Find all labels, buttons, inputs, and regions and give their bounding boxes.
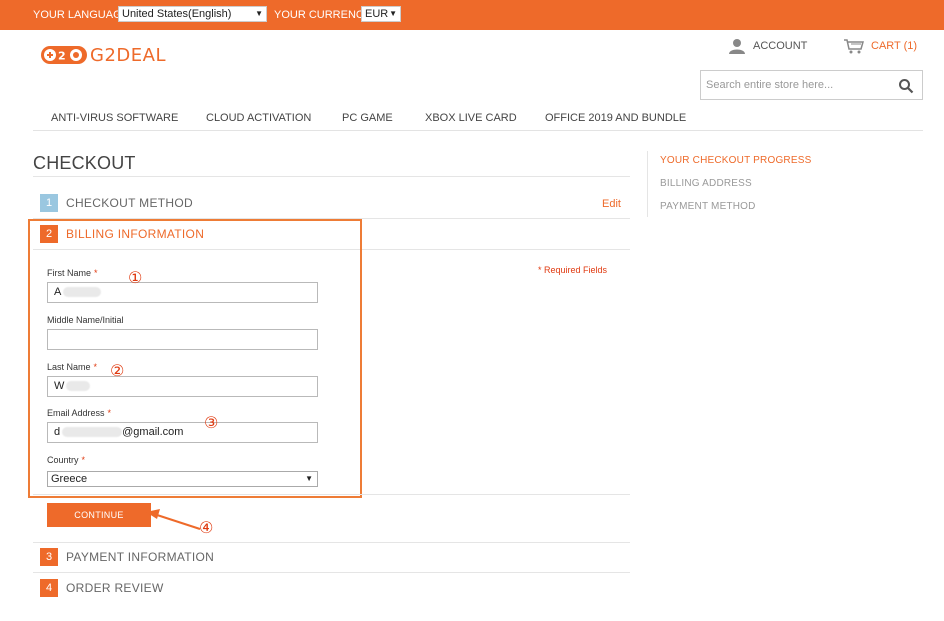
cart-label: CART (1) (871, 40, 918, 52)
progress-item-billing-address: BILLING ADDRESS (660, 178, 752, 189)
email-label-text: Email Address (47, 408, 105, 418)
currency-value: EUR (365, 8, 389, 20)
required-asterisk: * (81, 455, 86, 465)
step-number: 4 (40, 579, 58, 597)
main-nav: ANTI-VIRUS SOFTWARE CLOUD ACTIVATION PC … (33, 110, 923, 131)
nav-item-anti-virus[interactable]: ANTI-VIRUS SOFTWARE (51, 112, 178, 124)
first-name-label-text: First Name (47, 268, 92, 278)
page-title: CHECKOUT (33, 153, 136, 173)
cart-link[interactable]: CART (1) (843, 38, 917, 54)
logo-text: G2DEAL (90, 44, 166, 66)
search-icon[interactable] (898, 78, 914, 94)
annotation-marker: ④ (199, 518, 214, 537)
last-name-label: Last Name * (47, 362, 97, 372)
search-input[interactable] (706, 77, 891, 93)
country-select[interactable]: Greece ▼ (47, 471, 318, 487)
nav-item-office-bundle[interactable]: OFFICE 2019 AND BUNDLE (545, 112, 686, 124)
step-title: CHECKOUT METHOD (66, 196, 193, 210)
divider (33, 542, 630, 543)
divider (33, 494, 630, 495)
chevron-down-icon: ▼ (255, 9, 263, 18)
last-name-label-text: Last Name (47, 362, 91, 372)
middle-name-label: Middle Name/Initial (47, 315, 124, 325)
g2deal-logo-icon: 2 (41, 46, 87, 64)
checkout-progress-title: YOUR CHECKOUT PROGRESS (660, 155, 812, 166)
step-number: 1 (40, 194, 58, 212)
country-value: Greece (51, 473, 88, 485)
first-name-label: First Name * (47, 268, 98, 278)
country-label-text: Country (47, 455, 79, 465)
email-value-start: d (54, 426, 61, 438)
required-asterisk: * (107, 408, 112, 418)
nav-item-cloud-activation[interactable]: CLOUD ACTIVATION (206, 112, 311, 124)
sidebar-divider (647, 151, 648, 217)
email-label: Email Address * (47, 408, 111, 418)
step-title: PAYMENT INFORMATION (66, 550, 215, 564)
first-name-value: A (54, 286, 62, 298)
last-name-field[interactable]: W (47, 376, 318, 397)
account-label: ACCOUNT (753, 40, 808, 52)
currency-select[interactable]: EUR ▼ (361, 6, 401, 22)
annotation-marker: ① (128, 268, 143, 287)
progress-item-payment-method: PAYMENT METHOD (660, 201, 756, 212)
nav-item-xbox-live-card[interactable]: XBOX LIVE CARD (425, 112, 517, 124)
step-payment-information: 3 PAYMENT INFORMATION (40, 548, 214, 566)
chevron-down-icon: ▼ (389, 9, 397, 18)
required-asterisk: * (94, 268, 98, 278)
top-bar: YOUR LANGUAGE: United States(English) ▼ … (0, 0, 944, 30)
step-number: 3 (40, 548, 58, 566)
annotation-marker: ② (110, 361, 125, 380)
cart-icon (844, 39, 864, 54)
redacted-blur (63, 287, 102, 298)
account-link[interactable]: ACCOUNT (727, 38, 807, 54)
language-value: United States(English) (122, 8, 232, 20)
continue-button[interactable]: CONTINUE (47, 503, 151, 527)
email-value-end: @gmail.com (122, 426, 184, 438)
language-select[interactable]: United States(English) ▼ (118, 6, 267, 22)
required-fields-note: * Required Fields (538, 265, 608, 275)
nav-item-pc-game[interactable]: PC GAME (342, 112, 393, 124)
divider (33, 176, 630, 177)
step-title: ORDER REVIEW (66, 581, 164, 595)
edit-link[interactable]: Edit (602, 198, 621, 210)
email-field[interactable]: d @gmail.com (47, 422, 318, 443)
middle-name-field[interactable] (47, 329, 318, 350)
redacted-blur (66, 381, 91, 392)
svg-text:2: 2 (58, 50, 66, 63)
site-logo[interactable]: 2 G2DEAL (40, 44, 166, 66)
last-name-value: W (54, 380, 65, 392)
step-checkout-method[interactable]: 1 CHECKOUT METHOD (40, 194, 193, 212)
currency-label: YOUR CURRENCY: (274, 9, 374, 21)
required-asterisk: * (93, 362, 98, 372)
divider (33, 572, 630, 573)
user-icon (729, 39, 745, 54)
search-box (700, 70, 923, 100)
chevron-down-icon: ▼ (305, 474, 313, 483)
country-label: Country * (47, 455, 85, 465)
first-name-field[interactable]: A (47, 282, 318, 303)
step-order-review: 4 ORDER REVIEW (40, 579, 164, 597)
annotation-marker: ③ (204, 413, 219, 432)
redacted-blur (62, 427, 123, 438)
